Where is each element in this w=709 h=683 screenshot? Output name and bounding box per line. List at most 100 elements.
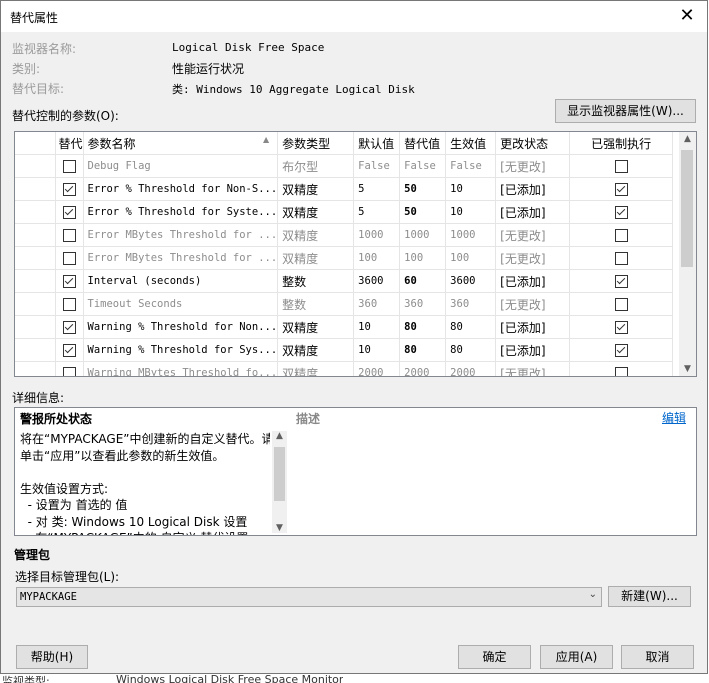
override-checkbox[interactable] bbox=[55, 315, 84, 339]
col-header-value[interactable]: 替代值 bbox=[399, 132, 447, 155]
enforced-checkbox[interactable] bbox=[569, 361, 674, 376]
change-status-cell: [无更改] bbox=[495, 292, 571, 316]
col-header-effective[interactable]: 生效值 bbox=[445, 132, 497, 155]
unchecked-checkbox-icon[interactable] bbox=[614, 160, 628, 173]
table-row[interactable]: Error MBytes Threshold for ... 双精度 1000 100… bbox=[15, 223, 674, 247]
override-checkbox[interactable] bbox=[55, 361, 84, 376]
col-header-default[interactable]: 默认值 bbox=[353, 132, 401, 155]
override-value-cell[interactable]: 50 bbox=[399, 200, 447, 224]
unchecked-checkbox-icon[interactable] bbox=[614, 229, 628, 242]
table-row[interactable]: Warning MBytes Threshold fo... 双精度 2000 200… bbox=[15, 361, 674, 376]
row-header-corner bbox=[15, 132, 56, 155]
table-row[interactable]: Error MBytes Threshold for ... 双精度 100 100 1… bbox=[15, 246, 674, 270]
table-row[interactable]: Warning % Threshold for Non... 双精度 10 80 80[… bbox=[15, 315, 674, 339]
param-type-cell: 双精度 bbox=[277, 177, 355, 201]
details-scroll-thumb[interactable] bbox=[274, 447, 285, 501]
enforced-checkbox[interactable] bbox=[569, 154, 674, 178]
change-status-cell: [已添加] bbox=[495, 315, 571, 339]
enforced-checkbox[interactable] bbox=[569, 246, 674, 270]
table-row[interactable]: Error % Threshold for Non-S... 双精度 5 50 10 [已… bbox=[15, 177, 674, 201]
scroll-thumb[interactable] bbox=[681, 150, 693, 267]
change-status-cell: [无更改] bbox=[495, 361, 571, 376]
checked-checkbox-icon[interactable] bbox=[614, 183, 628, 196]
override-checkbox[interactable] bbox=[55, 177, 84, 201]
table-row[interactable]: Warning % Threshold for Sys... 双精度 10 80 80[… bbox=[15, 338, 674, 362]
col-header-enforced[interactable]: 已强制执行 bbox=[569, 132, 674, 155]
override-checkbox[interactable] bbox=[55, 200, 84, 224]
edit-link[interactable]: 编辑 bbox=[662, 409, 686, 426]
new-pack-button[interactable]: 新建(W)... bbox=[608, 586, 691, 607]
param-name-cell: Error MBytes Threshold for ... bbox=[83, 246, 279, 270]
scroll-up-icon[interactable]: ▲ bbox=[679, 134, 696, 144]
unchecked-checkbox-icon[interactable] bbox=[62, 229, 76, 242]
checked-checkbox-icon[interactable] bbox=[62, 344, 76, 357]
checked-checkbox-icon[interactable] bbox=[614, 321, 628, 334]
enforced-checkbox[interactable] bbox=[569, 338, 674, 362]
override-value-cell[interactable]: False bbox=[399, 154, 447, 178]
override-value-cell[interactable]: 50 bbox=[399, 177, 447, 201]
override-value-cell[interactable]: 2000 bbox=[399, 361, 447, 376]
unchecked-checkbox-icon[interactable] bbox=[62, 367, 76, 376]
enforced-checkbox[interactable] bbox=[569, 200, 674, 224]
param-name-cell: Error % Threshold for Syste... bbox=[83, 200, 279, 224]
cancel-button[interactable]: 取消 bbox=[621, 645, 694, 669]
table-row[interactable]: Debug Flag 布尔型 False False False [无更改] bbox=[15, 154, 674, 178]
override-checkbox[interactable] bbox=[55, 154, 84, 178]
override-value-cell[interactable]: 80 bbox=[399, 338, 447, 362]
enforced-checkbox[interactable] bbox=[569, 223, 674, 247]
checked-checkbox-icon[interactable] bbox=[62, 206, 76, 219]
override-checkbox[interactable] bbox=[55, 338, 84, 362]
col-header-type[interactable]: 参数类型 bbox=[277, 132, 355, 155]
enforced-checkbox[interactable] bbox=[569, 269, 674, 293]
param-name-cell: Warning % Threshold for Sys... bbox=[83, 338, 279, 362]
enforced-checkbox[interactable] bbox=[569, 177, 674, 201]
help-button[interactable]: 帮助(H) bbox=[16, 645, 88, 669]
selected-pack-value: MYPACKAGE bbox=[20, 591, 77, 603]
override-value-cell[interactable]: 60 bbox=[399, 269, 447, 293]
checked-checkbox-icon[interactable] bbox=[62, 275, 76, 288]
show-monitor-properties-button[interactable]: 显示监视器属性(W)... bbox=[555, 99, 696, 123]
enforced-checkbox[interactable] bbox=[569, 292, 674, 316]
table-row[interactable]: Interval (seconds) 整数 3600 60 3600 [已添加] bbox=[15, 269, 674, 293]
close-icon[interactable]: ✕ bbox=[677, 5, 697, 27]
checked-checkbox-icon[interactable] bbox=[614, 206, 628, 219]
details-scroll-up-icon[interactable]: ▲ bbox=[272, 431, 287, 441]
table-row[interactable]: Error % Threshold for Syste... 双精度 5 50 10 [已… bbox=[15, 200, 674, 224]
unchecked-checkbox-icon[interactable] bbox=[62, 298, 76, 311]
override-value-cell[interactable]: 80 bbox=[399, 315, 447, 339]
unchecked-checkbox-icon[interactable] bbox=[614, 298, 628, 311]
details-scroll-down-icon[interactable]: ▼ bbox=[272, 523, 287, 533]
override-checkbox[interactable] bbox=[55, 223, 84, 247]
apply-button[interactable]: 应用(A) bbox=[540, 645, 613, 669]
grid-scrollbar[interactable]: ▲ ▼ bbox=[679, 132, 696, 376]
details-scrollbar[interactable]: ▲ ▼ bbox=[272, 431, 287, 533]
scroll-down-icon[interactable]: ▼ bbox=[679, 364, 696, 374]
param-name-cell: Error % Threshold for Non-S... bbox=[83, 177, 279, 201]
unchecked-checkbox-icon[interactable] bbox=[614, 367, 628, 376]
unchecked-checkbox-icon[interactable] bbox=[614, 252, 628, 265]
col-header-status[interactable]: 更改状态 bbox=[495, 132, 571, 155]
override-checkbox[interactable] bbox=[55, 246, 84, 270]
alert-state-label: 警报所处状态 bbox=[20, 412, 93, 426]
override-checkbox[interactable] bbox=[55, 292, 84, 316]
management-pack-select[interactable]: MYPACKAGE ⌄ bbox=[16, 587, 602, 607]
category-label: 类别: bbox=[12, 62, 41, 76]
param-name-cell: Interval (seconds) bbox=[83, 269, 279, 293]
override-value-cell[interactable]: 1000 bbox=[399, 223, 447, 247]
table-row[interactable]: Timeout Seconds 整数 360 360 360 [无更改] bbox=[15, 292, 674, 316]
override-checkbox[interactable] bbox=[55, 269, 84, 293]
unchecked-checkbox-icon[interactable] bbox=[62, 160, 76, 173]
override-value-cell[interactable]: 360 bbox=[399, 292, 447, 316]
param-type-cell: 整数 bbox=[277, 269, 355, 293]
checked-checkbox-icon[interactable] bbox=[614, 275, 628, 288]
checked-checkbox-icon[interactable] bbox=[62, 183, 76, 196]
col-header-override[interactable]: 替代 bbox=[55, 132, 84, 155]
col-header-name[interactable]: 参数名称 ▲ bbox=[83, 132, 279, 155]
ok-button[interactable]: 确定 bbox=[458, 645, 531, 669]
unchecked-checkbox-icon[interactable] bbox=[62, 252, 76, 265]
override-value-cell[interactable]: 100 bbox=[399, 246, 447, 270]
enforced-checkbox[interactable] bbox=[569, 315, 674, 339]
default-value-cell: 10 bbox=[353, 338, 401, 362]
checked-checkbox-icon[interactable] bbox=[614, 344, 628, 357]
checked-checkbox-icon[interactable] bbox=[62, 321, 76, 334]
